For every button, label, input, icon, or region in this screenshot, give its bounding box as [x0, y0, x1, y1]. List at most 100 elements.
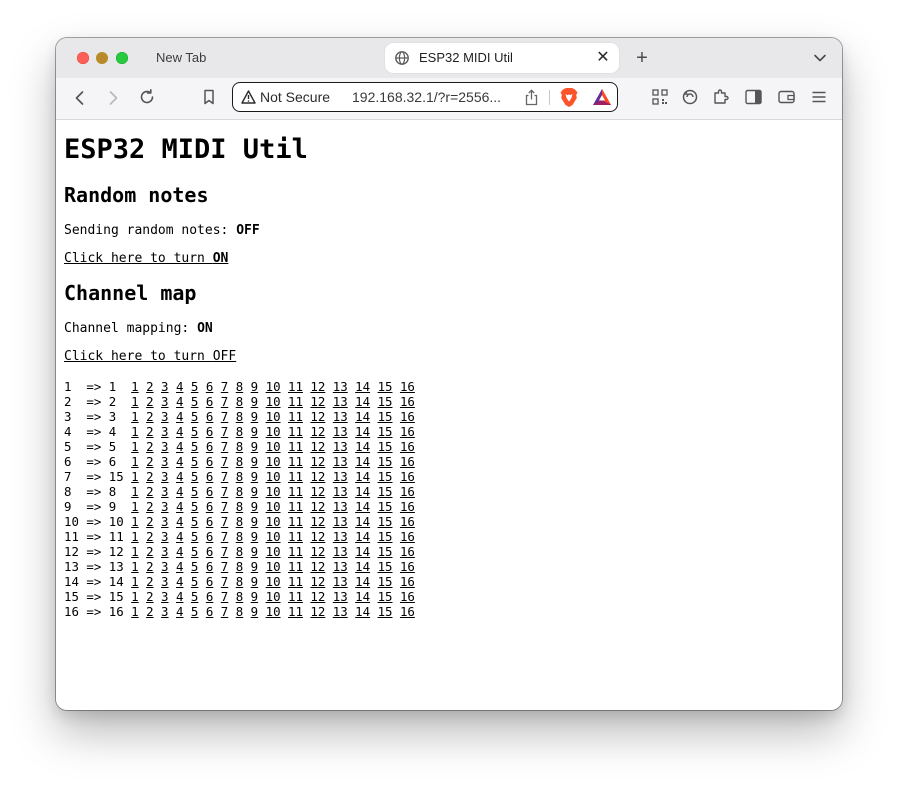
- channel-choice-link[interactable]: 3: [161, 424, 168, 439]
- channel-choice-link[interactable]: 11: [288, 604, 303, 619]
- channel-choice-link[interactable]: 16: [400, 394, 415, 409]
- channel-choice-link[interactable]: 15: [378, 409, 393, 424]
- bookmark-icon[interactable]: [200, 88, 218, 106]
- channel-choice-link[interactable]: 8: [236, 424, 243, 439]
- channel-choice-link[interactable]: 7: [221, 424, 228, 439]
- channel-choice-link[interactable]: 5: [191, 559, 198, 574]
- channel-choice-link[interactable]: 9: [251, 439, 258, 454]
- channel-choice-link[interactable]: 12: [310, 454, 325, 469]
- channel-choice-link[interactable]: 2: [146, 484, 153, 499]
- channel-choice-link[interactable]: 15: [378, 544, 393, 559]
- channel-choice-link[interactable]: 5: [191, 439, 198, 454]
- channel-choice-link[interactable]: 7: [221, 439, 228, 454]
- channel-choice-link[interactable]: 3: [161, 574, 168, 589]
- channel-choice-link[interactable]: 2: [146, 544, 153, 559]
- channel-choice-link[interactable]: 10: [266, 484, 281, 499]
- channel-choice-link[interactable]: 8: [236, 574, 243, 589]
- channel-choice-link[interactable]: 13: [333, 379, 348, 394]
- channel-choice-link[interactable]: 13: [333, 544, 348, 559]
- channel-choice-link[interactable]: 9: [251, 394, 258, 409]
- channel-choice-link[interactable]: 10: [266, 394, 281, 409]
- channel-choice-link[interactable]: 16: [400, 499, 415, 514]
- channel-choice-link[interactable]: 4: [176, 514, 183, 529]
- channel-choice-link[interactable]: 3: [161, 484, 168, 499]
- channel-choice-link[interactable]: 1: [131, 514, 138, 529]
- channel-choice-link[interactable]: 5: [191, 409, 198, 424]
- channel-choice-link[interactable]: 10: [266, 454, 281, 469]
- channel-choice-link[interactable]: 12: [310, 559, 325, 574]
- channel-choice-link[interactable]: 14: [355, 589, 370, 604]
- channel-choice-link[interactable]: 4: [176, 544, 183, 559]
- channel-choice-link[interactable]: 5: [191, 394, 198, 409]
- channel-choice-link[interactable]: 8: [236, 604, 243, 619]
- channel-choice-link[interactable]: 10: [266, 589, 281, 604]
- channel-choice-link[interactable]: 7: [221, 544, 228, 559]
- channel-choice-link[interactable]: 8: [236, 439, 243, 454]
- channel-choice-link[interactable]: 15: [378, 454, 393, 469]
- channel-choice-link[interactable]: 3: [161, 604, 168, 619]
- brave-rewards-icon[interactable]: [592, 88, 612, 111]
- warning-icon[interactable]: [241, 90, 256, 109]
- channel-choice-link[interactable]: 11: [288, 439, 303, 454]
- channel-choice-link[interactable]: 12: [310, 424, 325, 439]
- channel-choice-link[interactable]: 6: [206, 409, 213, 424]
- channel-choice-link[interactable]: 2: [146, 379, 153, 394]
- channel-choice-link[interactable]: 11: [288, 424, 303, 439]
- channel-choice-link[interactable]: 11: [288, 499, 303, 514]
- channel-choice-link[interactable]: 15: [378, 604, 393, 619]
- channel-choice-link[interactable]: 15: [378, 469, 393, 484]
- channel-choice-link[interactable]: 13: [333, 439, 348, 454]
- channel-choice-link[interactable]: 8: [236, 379, 243, 394]
- random-notes-toggle-link[interactable]: Click here to turn ON: [64, 251, 228, 266]
- channel-choice-link[interactable]: 1: [131, 439, 138, 454]
- channel-choice-link[interactable]: 1: [131, 559, 138, 574]
- channel-choice-link[interactable]: 2: [146, 514, 153, 529]
- channel-choice-link[interactable]: 15: [378, 439, 393, 454]
- channel-choice-link[interactable]: 13: [333, 394, 348, 409]
- channel-choice-link[interactable]: 13: [333, 514, 348, 529]
- channel-choice-link[interactable]: 14: [355, 499, 370, 514]
- channel-choice-link[interactable]: 5: [191, 604, 198, 619]
- channel-choice-link[interactable]: 6: [206, 394, 213, 409]
- channel-choice-link[interactable]: 14: [355, 544, 370, 559]
- channel-choice-link[interactable]: 11: [288, 454, 303, 469]
- channel-choice-link[interactable]: 13: [333, 574, 348, 589]
- channel-choice-link[interactable]: 1: [131, 379, 138, 394]
- channel-choice-link[interactable]: 9: [251, 499, 258, 514]
- channel-choice-link[interactable]: 10: [266, 424, 281, 439]
- forward-icon[interactable]: [104, 89, 122, 107]
- channel-mapping-toggle-link[interactable]: Click here to turn OFF: [64, 349, 236, 364]
- tab-esp32-midi-util[interactable]: ESP32 MIDI Util ✕: [385, 43, 619, 73]
- channel-choice-link[interactable]: 3: [161, 559, 168, 574]
- channel-choice-link[interactable]: 1: [131, 499, 138, 514]
- channel-choice-link[interactable]: 15: [378, 394, 393, 409]
- channel-choice-link[interactable]: 4: [176, 574, 183, 589]
- channel-choice-link[interactable]: 5: [191, 499, 198, 514]
- url-text[interactable]: 192.168.32.1/?r=2556...: [352, 83, 501, 111]
- channel-choice-link[interactable]: 6: [206, 454, 213, 469]
- channel-choice-link[interactable]: 2: [146, 454, 153, 469]
- channel-choice-link[interactable]: 13: [333, 529, 348, 544]
- channel-choice-link[interactable]: 16: [400, 484, 415, 499]
- channel-choice-link[interactable]: 11: [288, 379, 303, 394]
- channel-choice-link[interactable]: 7: [221, 484, 228, 499]
- channel-choice-link[interactable]: 4: [176, 484, 183, 499]
- channel-choice-link[interactable]: 5: [191, 544, 198, 559]
- channel-choice-link[interactable]: 11: [288, 559, 303, 574]
- share-icon[interactable]: [524, 89, 539, 111]
- channel-choice-link[interactable]: 12: [310, 499, 325, 514]
- channel-choice-link[interactable]: 15: [378, 424, 393, 439]
- channel-choice-link[interactable]: 12: [310, 604, 325, 619]
- channel-choice-link[interactable]: 10: [266, 529, 281, 544]
- channel-choice-link[interactable]: 8: [236, 544, 243, 559]
- channel-choice-link[interactable]: 12: [310, 529, 325, 544]
- channel-choice-link[interactable]: 6: [206, 484, 213, 499]
- channel-choice-link[interactable]: 14: [355, 604, 370, 619]
- channel-choice-link[interactable]: 1: [131, 589, 138, 604]
- channel-choice-link[interactable]: 16: [400, 454, 415, 469]
- brave-shields-icon[interactable]: [559, 87, 579, 113]
- channel-choice-link[interactable]: 2: [146, 409, 153, 424]
- channel-choice-link[interactable]: 11: [288, 484, 303, 499]
- channel-choice-link[interactable]: 10: [266, 604, 281, 619]
- channel-choice-link[interactable]: 9: [251, 514, 258, 529]
